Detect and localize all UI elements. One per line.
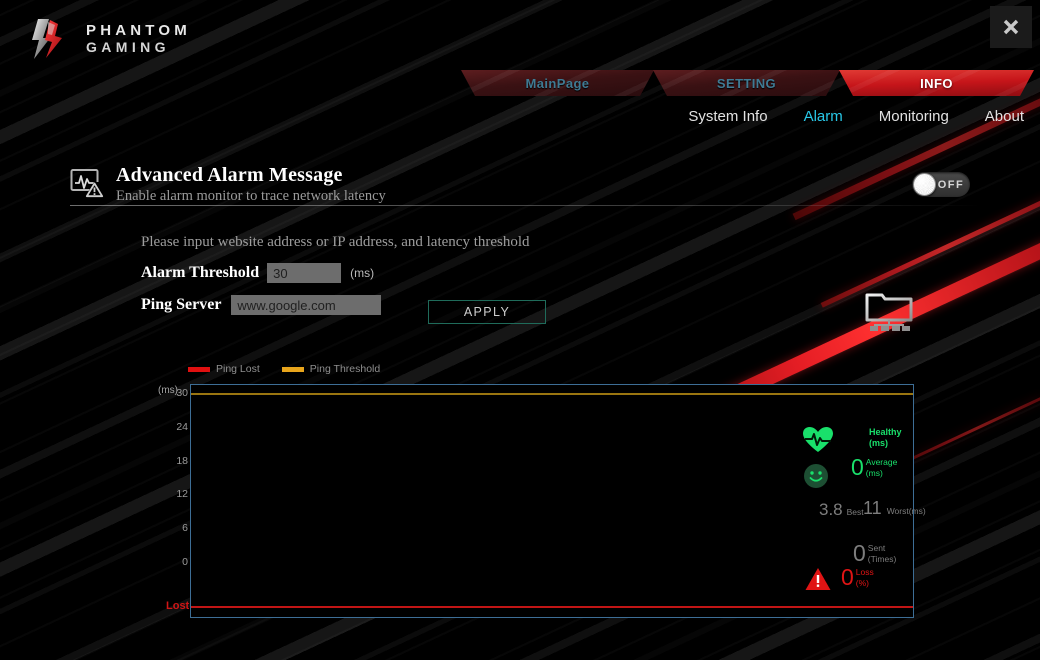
worst-stat: 11 Worst(ms) <box>863 498 926 518</box>
brand-text: PHANTOM GAMING <box>86 23 191 54</box>
sent-labels: Sent (Times) <box>866 543 896 565</box>
sent-stat: 0 Sent (Times) <box>853 540 896 566</box>
tab-setting[interactable]: SETTING <box>653 70 840 96</box>
average-stat: 0 Average (ms) <box>851 454 898 480</box>
chart-y-tick: 0 <box>182 556 188 568</box>
legend-swatch <box>188 366 210 372</box>
section-titles: Advanced Alarm Message Enable alarm moni… <box>116 164 980 205</box>
legend-item-ping-threshold: Ping Threshold <box>281 363 381 375</box>
loss-label: Loss <box>855 567 874 577</box>
toggle-state-label: OFF <box>937 178 965 191</box>
chart-y-tick: 24 <box>176 420 188 433</box>
brand-line-2: GAMING <box>86 38 170 55</box>
chart-y-tick: 30 <box>176 387 188 399</box>
ping-server-label: Ping Server <box>141 296 222 313</box>
alarm-threshold-label: Alarm Threshold <box>141 264 260 281</box>
header-divider <box>70 205 980 206</box>
smiley-icon <box>803 463 829 489</box>
tab-mainpage[interactable]: MainPage <box>461 70 654 96</box>
tab-label: INFO <box>920 75 953 91</box>
loss-labels: Loss (%) <box>854 567 874 589</box>
worst-label: Worst(ms) <box>886 506 926 516</box>
sent-unit: (Times) <box>867 554 897 564</box>
close-icon <box>1003 19 1019 35</box>
chart-y-tick: 12 <box>176 488 188 501</box>
chart-lost-axis-label: Lost <box>166 600 190 612</box>
health-status-text: Healthy <box>869 427 902 437</box>
average-label: Average <box>865 457 898 467</box>
loss-unit: (%) <box>855 578 870 588</box>
subnav-item-alarm[interactable]: Alarm <box>804 108 843 125</box>
sent-label: Sent <box>867 543 886 553</box>
subnav-item-monitoring[interactable]: Monitoring <box>879 108 949 125</box>
toggle-knob <box>913 173 936 196</box>
close-button[interactable] <box>990 6 1032 48</box>
alarm-threshold-input[interactable] <box>267 263 342 283</box>
alarm-threshold-row: Alarm Threshold (ms) <box>141 263 374 283</box>
worst-value: 11 <box>863 498 882 518</box>
chart-y-tick: 6 <box>182 522 188 535</box>
ping-latency-chart[interactable]: Healthy (ms) 0 Average (ms) 3.8 Best 11 … <box>190 384 926 618</box>
subnav-item-system-info[interactable]: System Info <box>688 108 767 125</box>
tab-label: MainPage <box>525 75 590 91</box>
health-status-label: Healthy (ms) <box>869 427 902 449</box>
page-subtitle: Enable alarm monitor to trace network la… <box>116 187 386 204</box>
sent-value: 0 <box>853 540 866 566</box>
health-status-unit: (ms) <box>869 438 889 448</box>
alarm-threshold-unit: (ms) <box>350 266 375 280</box>
ping-server-input[interactable] <box>231 295 382 315</box>
subnav: System Info Alarm Monitoring About <box>688 108 1024 125</box>
average-labels: Average (ms) <box>864 457 898 479</box>
average-unit: (ms) <box>865 468 883 478</box>
loss-stat: 0 Loss (%) <box>841 564 874 590</box>
chart-y-axis: 30 24 18 12 6 0 <box>150 384 188 618</box>
tab-label: SETTING <box>716 75 777 91</box>
brand-logo: PHANTOM GAMING <box>24 16 191 62</box>
best-label: Best <box>846 507 864 517</box>
section-header: Advanced Alarm Message Enable alarm moni… <box>70 160 980 208</box>
phantom-gaming-logo-icon <box>24 16 72 62</box>
app-window: PHANTOM GAMING MainPage SETTING INFO Sys… <box>0 0 1040 660</box>
form-hint: Please input website address or IP addre… <box>141 234 530 250</box>
chart-legend: Ping Lost Ping Threshold <box>188 363 380 375</box>
tab-info[interactable]: INFO <box>839 70 1034 96</box>
legend-item-ping-lost: Ping Lost <box>188 363 260 375</box>
loss-value: 0 <box>841 564 854 590</box>
heartbeat-icon <box>803 427 833 453</box>
brand-line-1: PHANTOM <box>86 22 191 40</box>
page-title: Advanced Alarm Message <box>116 163 343 186</box>
alarm-monitor-toggle[interactable]: OFF <box>912 172 970 197</box>
subnav-item-about[interactable]: About <box>985 108 1024 125</box>
best-value: 3.8 <box>819 500 843 519</box>
average-value: 0 <box>851 454 864 480</box>
legend-swatch <box>281 366 304 372</box>
chart-y-tick: 18 <box>176 454 188 467</box>
threshold-line <box>191 393 913 395</box>
main-tabbar: MainPage SETTING INFO <box>0 70 1040 96</box>
network-monitor-icon <box>864 288 916 334</box>
ping-stats-panel: Healthy (ms) 0 Average (ms) 3.8 Best 11 … <box>791 415 926 605</box>
best-stat: 3.8 Best <box>819 500 864 520</box>
warning-triangle-icon <box>805 567 831 591</box>
legend-label: Ping Threshold <box>309 363 381 375</box>
lost-line <box>191 606 913 608</box>
apply-button[interactable]: APPLY <box>428 300 546 324</box>
alarm-monitor-icon <box>70 168 104 200</box>
legend-label: Ping Lost <box>216 363 260 375</box>
red-accent-stripe <box>820 197 1040 308</box>
ping-server-row: Ping Server <box>141 295 382 315</box>
red-accent-stripe <box>896 396 1040 467</box>
